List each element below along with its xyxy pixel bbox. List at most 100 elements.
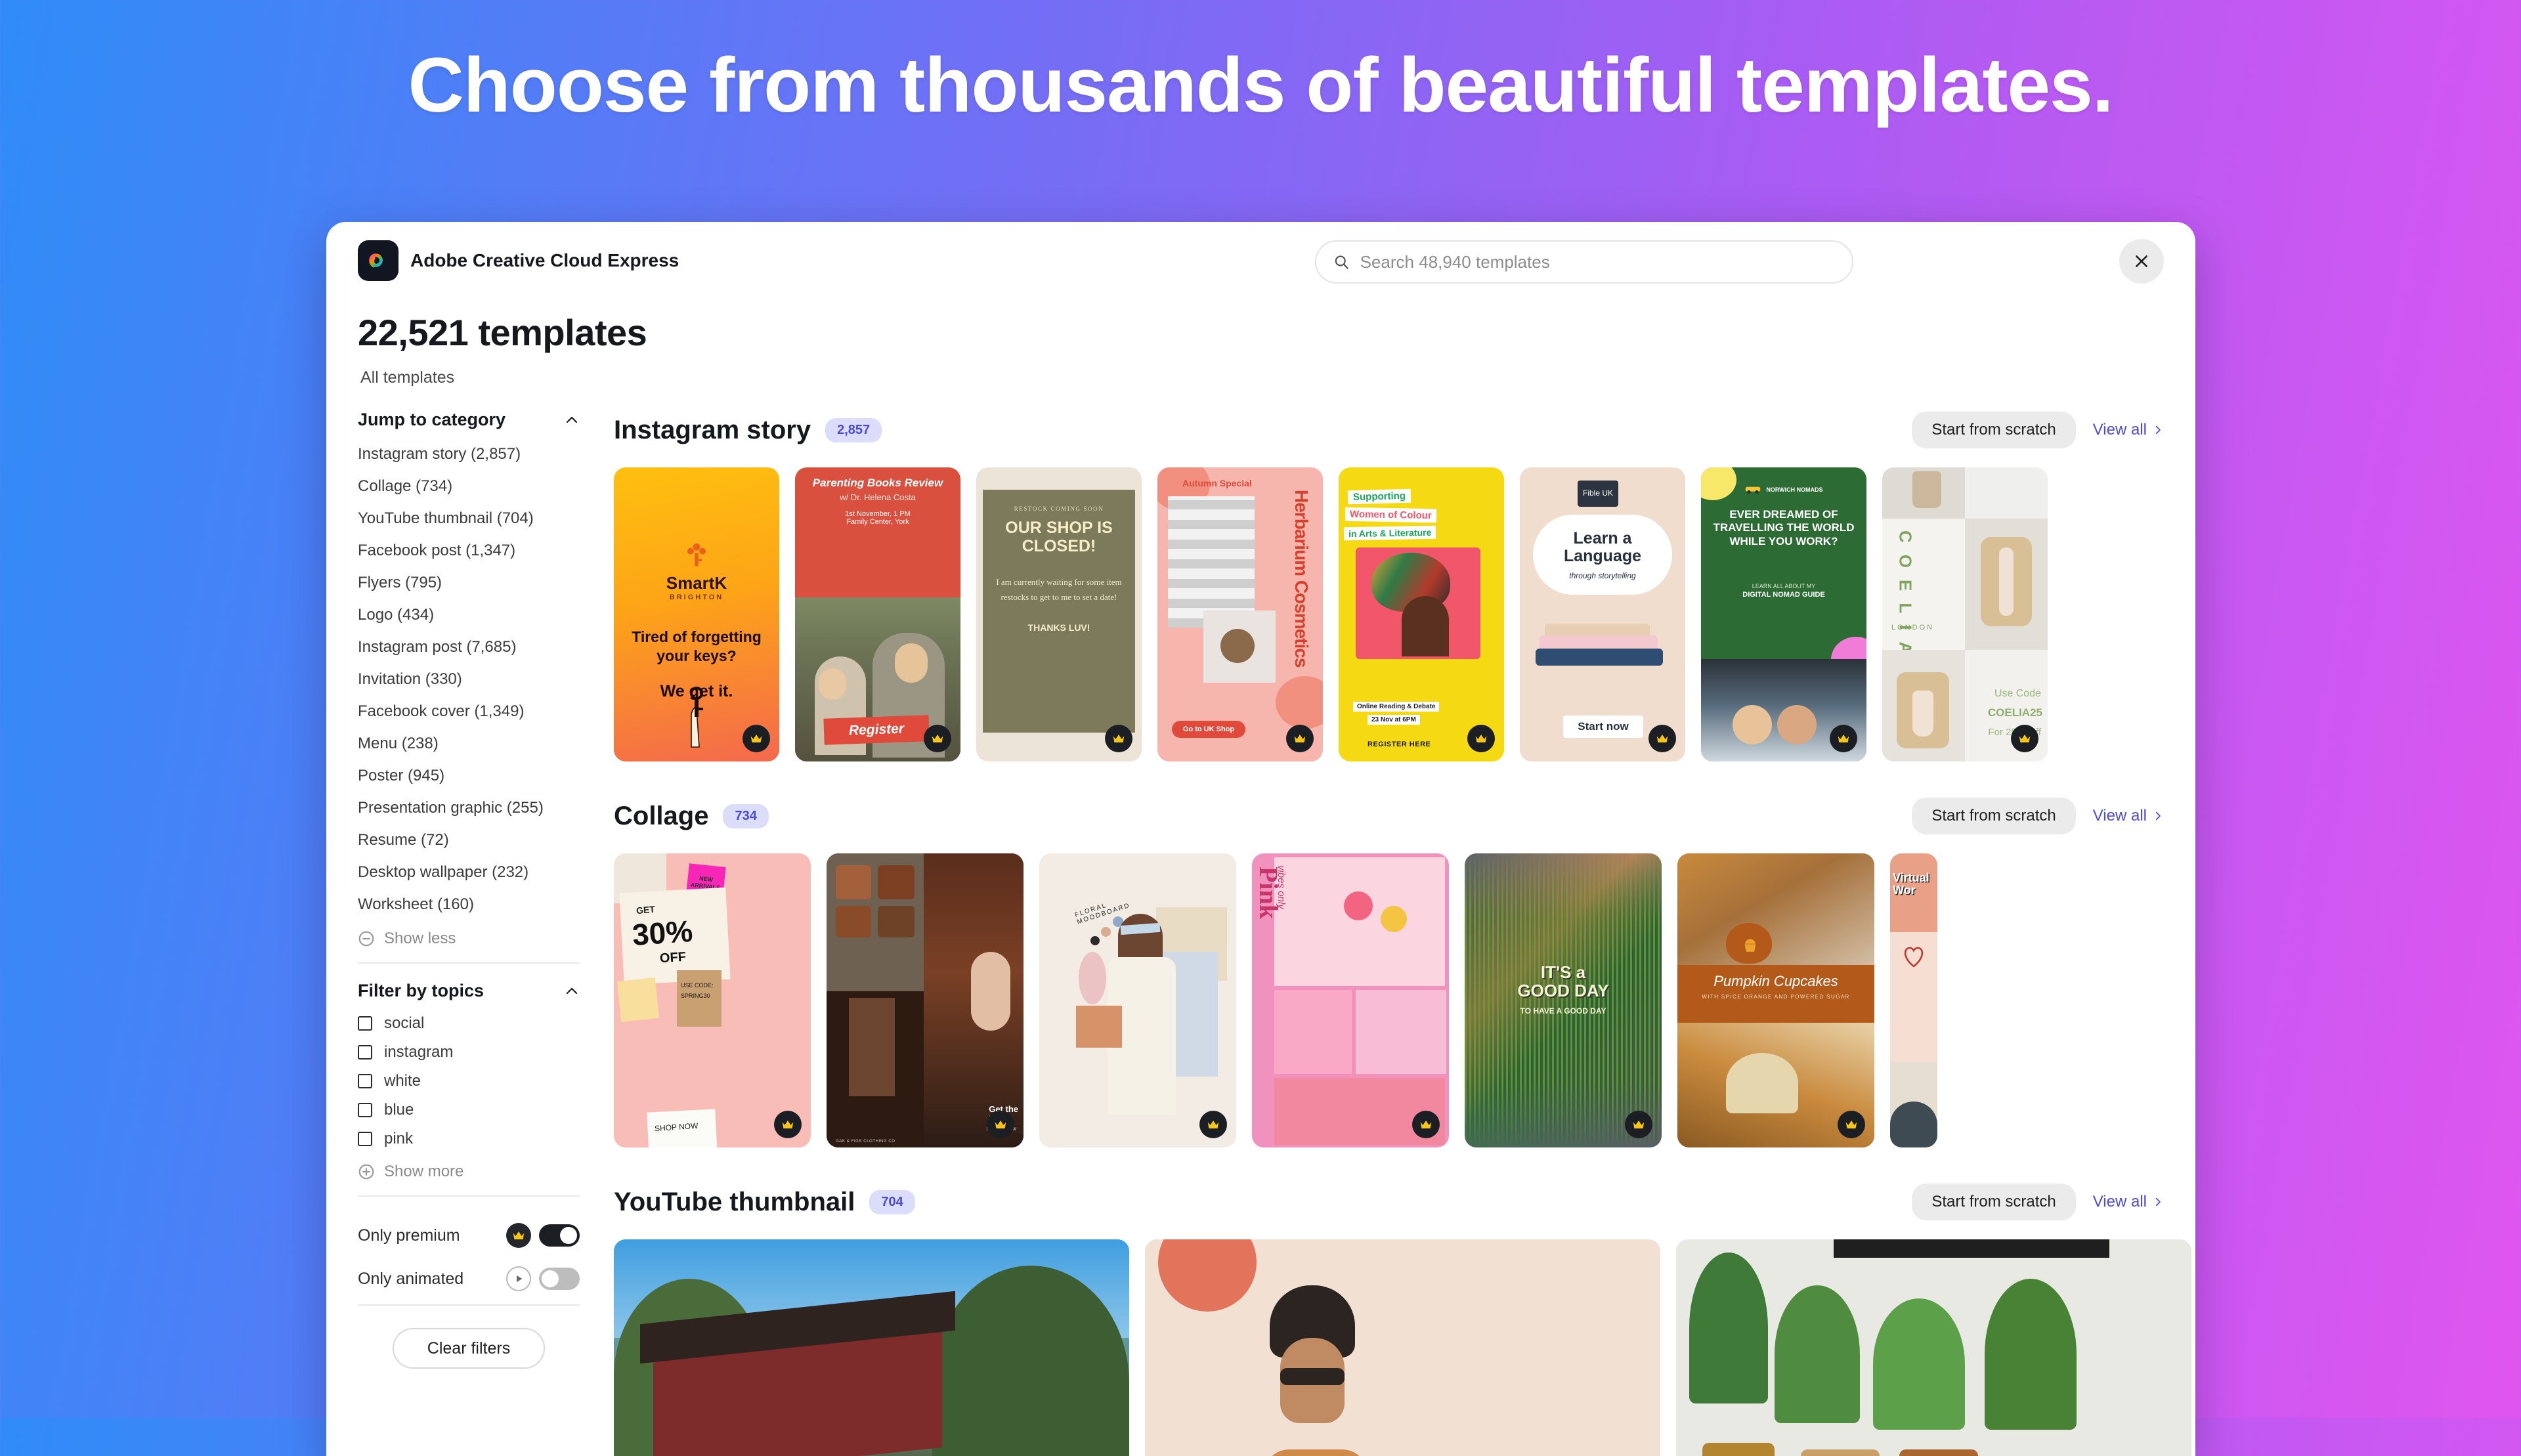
filter-by-topics-header[interactable]: Filter by topics xyxy=(358,981,580,1009)
topic-filter-row[interactable]: social xyxy=(358,1009,580,1038)
card-cta: Register xyxy=(848,721,905,739)
clear-filters-button[interactable]: Clear filters xyxy=(393,1328,545,1369)
template-card[interactable]: Get the look SHOP NOW OAK & FIGS CLOTHIN… xyxy=(827,853,1023,1147)
card-line1: IT'S a xyxy=(1540,962,1586,982)
card-code2: SPRING30 xyxy=(681,993,710,999)
category-item[interactable]: Resume (72) xyxy=(358,824,580,856)
card-sub: TO HAVE A GOOD DAY xyxy=(1520,1006,1606,1016)
modal-header: Adobe Creative Cloud Express xyxy=(326,222,2195,299)
category-item[interactable]: Facebook cover (1,349) xyxy=(358,695,580,727)
section-instagram-story: Instagram story 2,857 Start from scratch… xyxy=(614,410,2164,761)
chevron-up-icon xyxy=(566,416,578,423)
category-item[interactable]: Presentation graphic (255) xyxy=(358,792,580,824)
card-eyebrow: Autumn Special xyxy=(1182,478,1252,488)
topic-filter-row[interactable]: blue xyxy=(358,1096,580,1124)
section-collage: Collage 734 Start from scratch View all xyxy=(614,796,2164,1147)
section-header: Instagram story 2,857 Start from scratch… xyxy=(614,410,2164,450)
template-card[interactable]: Autumn Special Herbarium Cosmetics Go to… xyxy=(1157,467,1323,761)
topic-filter-row[interactable]: white xyxy=(358,1067,580,1096)
template-card[interactable]: NORWICH NOMADS EVER DREAMED OF TRAVELLIN… xyxy=(1701,467,1866,761)
only-premium-toggle[interactable] xyxy=(539,1224,580,1247)
only-animated-toggle[interactable] xyxy=(539,1268,580,1290)
minus-circle-icon xyxy=(358,931,374,947)
category-item[interactable]: Worksheet (160) xyxy=(358,888,580,920)
view-all-link[interactable]: View all xyxy=(2093,807,2164,825)
category-item[interactable]: Facebook post (1,347) xyxy=(358,534,580,567)
start-from-scratch-button[interactable]: Start from scratch xyxy=(1912,1184,2076,1220)
category-item[interactable]: Invitation (330) xyxy=(358,663,580,695)
title-block: 22,521 templates All templates xyxy=(326,299,2195,387)
category-item[interactable]: Poster (945) xyxy=(358,760,580,792)
sidebar-divider-2 xyxy=(358,1195,580,1197)
template-card[interactable]: Fible UK Learn a Language through storyt… xyxy=(1520,467,1685,761)
start-from-scratch-button[interactable]: Start from scratch xyxy=(1912,798,2076,834)
topic-filter-row[interactable]: pink xyxy=(358,1124,580,1153)
category-item[interactable]: Collage (734) xyxy=(358,470,580,502)
template-card[interactable] xyxy=(1145,1239,1660,1456)
template-card[interactable]: NEW ARRIVALS GET 30% OFF USE CODE: SPRIN… xyxy=(614,853,811,1147)
card-cta: Start now xyxy=(1578,720,1629,733)
section-title: Instagram story xyxy=(614,415,811,444)
sidebar-divider-3 xyxy=(358,1304,580,1306)
search-icon xyxy=(1335,255,1348,269)
template-card[interactable]: Pink vibes only xyxy=(1252,853,1449,1147)
search-box[interactable] xyxy=(1315,240,1853,284)
template-card[interactable]: Virtual Wor xyxy=(1890,853,1937,1147)
checkbox-icon[interactable] xyxy=(358,1016,372,1031)
premium-crown-icon xyxy=(924,725,951,752)
template-card[interactable]: HOW TO xyxy=(614,1239,1129,1456)
view-all-link[interactable]: View all xyxy=(2093,421,2164,439)
template-card[interactable]: Parenting Books Review w/ Dr. Helena Cos… xyxy=(795,467,960,761)
view-all-link[interactable]: View all xyxy=(2093,1193,2164,1211)
premium-crown-icon xyxy=(774,1111,802,1138)
card-title: Parenting Books Review xyxy=(812,477,943,489)
card-sub: w/ Dr. Helena Costa xyxy=(840,492,916,502)
category-item[interactable]: Instagram post (7,685) xyxy=(358,631,580,663)
crown-icon xyxy=(506,1223,531,1248)
category-item[interactable]: Flyers (795) xyxy=(358,567,580,599)
card-title: OUR SHOP IS CLOSED! xyxy=(1005,519,1113,555)
template-card[interactable] xyxy=(1676,1239,2191,1456)
template-card[interactable]: Pumpkin Cupcakes WITH SPICE ORANGE AND P… xyxy=(1677,853,1874,1147)
show-less-button[interactable]: Show less xyxy=(358,920,580,958)
topic-filter-row[interactable]: instagram xyxy=(358,1038,580,1067)
card-body: I am currently waiting for some item res… xyxy=(996,577,1122,602)
only-premium-row: Only premium xyxy=(358,1214,580,1257)
category-item[interactable]: Menu (238) xyxy=(358,727,580,760)
search-input[interactable] xyxy=(1360,251,1835,272)
card-logo: Fible UK xyxy=(1582,488,1613,498)
checkbox-icon[interactable] xyxy=(358,1132,372,1146)
card-line3: in Arts & Literature xyxy=(1343,525,1436,541)
close-icon xyxy=(2136,255,2147,267)
premium-crown-icon xyxy=(1467,725,1495,752)
template-card[interactable]: FLORAL MOODBOARD xyxy=(1039,853,1236,1147)
template-card[interactable]: RESTOCK COMING SOON OUR SHOP IS CLOSED! … xyxy=(976,467,1142,761)
brand-name: Adobe Creative Cloud Express xyxy=(410,250,679,270)
only-animated-label: Only animated xyxy=(358,1269,464,1288)
category-item[interactable]: YouTube thumbnail (704) xyxy=(358,502,580,534)
template-card[interactable]: IT'S a GOOD DAY TO HAVE A GOOD DAY xyxy=(1465,853,1662,1147)
templates-modal: Adobe Creative Cloud Express 22,521 temp… xyxy=(326,222,2195,1456)
checkbox-icon[interactable] xyxy=(358,1045,372,1060)
card-code1: USE CODE: xyxy=(681,982,714,989)
checkbox-icon[interactable] xyxy=(358,1074,372,1088)
jump-to-category-header[interactable]: Jump to category xyxy=(358,410,580,438)
checkbox-icon[interactable] xyxy=(358,1103,372,1117)
category-item[interactable]: Logo (434) xyxy=(358,599,580,631)
card-sub: through storytelling xyxy=(1569,570,1636,580)
category-item[interactable]: Instagram story (2,857) xyxy=(358,438,580,470)
plus-circle-icon xyxy=(358,1164,374,1180)
show-more-button[interactable]: Show more xyxy=(358,1153,580,1191)
start-from-scratch-button[interactable]: Start from scratch xyxy=(1912,412,2076,448)
category-item[interactable]: Desktop wallpaper (232) xyxy=(358,856,580,888)
card-line2: 30% xyxy=(631,913,694,953)
card-line1: Learn a xyxy=(1573,528,1632,547)
topic-label: instagram xyxy=(384,1043,454,1061)
template-card[interactable]: COELIA LONDON Use Code COELIA25 For 25% … xyxy=(1882,467,2048,761)
template-card[interactable]: SmartK BRIGHTON Tired of forgetting your… xyxy=(614,467,779,761)
premium-crown-icon xyxy=(1830,725,1857,752)
close-button[interactable] xyxy=(2119,239,2164,284)
template-card[interactable]: Supporting Women of Colour in Arts & Lit… xyxy=(1339,467,1504,761)
card-brand: SmartK xyxy=(666,572,727,593)
premium-crown-icon xyxy=(1199,1111,1227,1138)
